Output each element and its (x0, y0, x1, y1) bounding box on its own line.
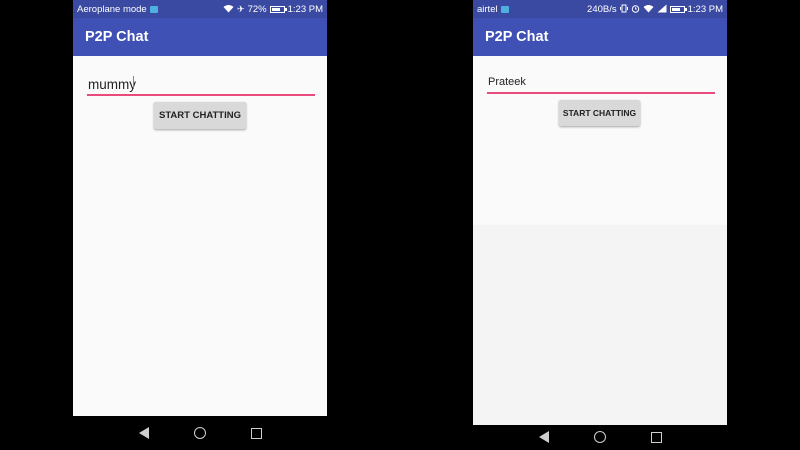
home-icon[interactable] (594, 431, 606, 443)
network-speed: 240B/s (587, 4, 617, 15)
status-time: 1:23 PM (287, 4, 323, 15)
text-cursor (133, 76, 134, 89)
airplane-icon: ✈ (237, 4, 245, 14)
app-bar: P2P Chat (473, 18, 727, 56)
status-bar: airtel 240B/s 1:23 PM (473, 0, 727, 18)
battery-level (671, 8, 680, 11)
battery-level (271, 8, 280, 11)
app-bar: P2P Chat (73, 18, 327, 56)
recents-icon[interactable] (251, 428, 262, 439)
navigation-bar (473, 425, 727, 450)
status-bar: Aeroplane mode ✈ 72% 1:23 PM (73, 0, 327, 18)
recents-icon[interactable] (651, 432, 662, 443)
battery-icon (269, 6, 287, 13)
status-time: 1:23 PM (687, 4, 723, 15)
notification-icon (500, 6, 509, 13)
battery-icon (669, 6, 687, 13)
main-content: START CHATTING (73, 56, 327, 416)
phone-left: Aeroplane mode ✈ 72% 1:23 PM P2P Chat ST… (73, 0, 327, 450)
main-content: START CHATTING (473, 56, 727, 225)
wifi-icon (223, 4, 234, 15)
app-title: P2P Chat (485, 29, 549, 45)
phone-right: airtel 240B/s 1:23 PM P2P Chat Prateek S… (473, 0, 727, 450)
notification-icon (149, 6, 158, 13)
start-chatting-button[interactable]: START CHATTING (154, 102, 246, 129)
home-icon[interactable] (194, 427, 206, 439)
start-chatting-button[interactable]: START CHATTING (559, 100, 640, 126)
status-left-text: airtel (477, 4, 498, 15)
alarm-icon (631, 4, 640, 15)
navigation-bar (73, 416, 327, 450)
name-input[interactable] (487, 72, 715, 94)
app-title: P2P Chat (85, 29, 149, 45)
content-lower-area (473, 225, 727, 425)
back-icon[interactable] (139, 427, 149, 439)
battery-percent: 72% (247, 4, 267, 15)
signal-icon (657, 4, 667, 15)
name-input[interactable] (87, 74, 315, 96)
wifi-icon (643, 4, 654, 15)
back-icon[interactable] (539, 431, 549, 443)
vibrate-icon (619, 4, 628, 15)
status-left-text: Aeroplane mode (77, 4, 147, 15)
